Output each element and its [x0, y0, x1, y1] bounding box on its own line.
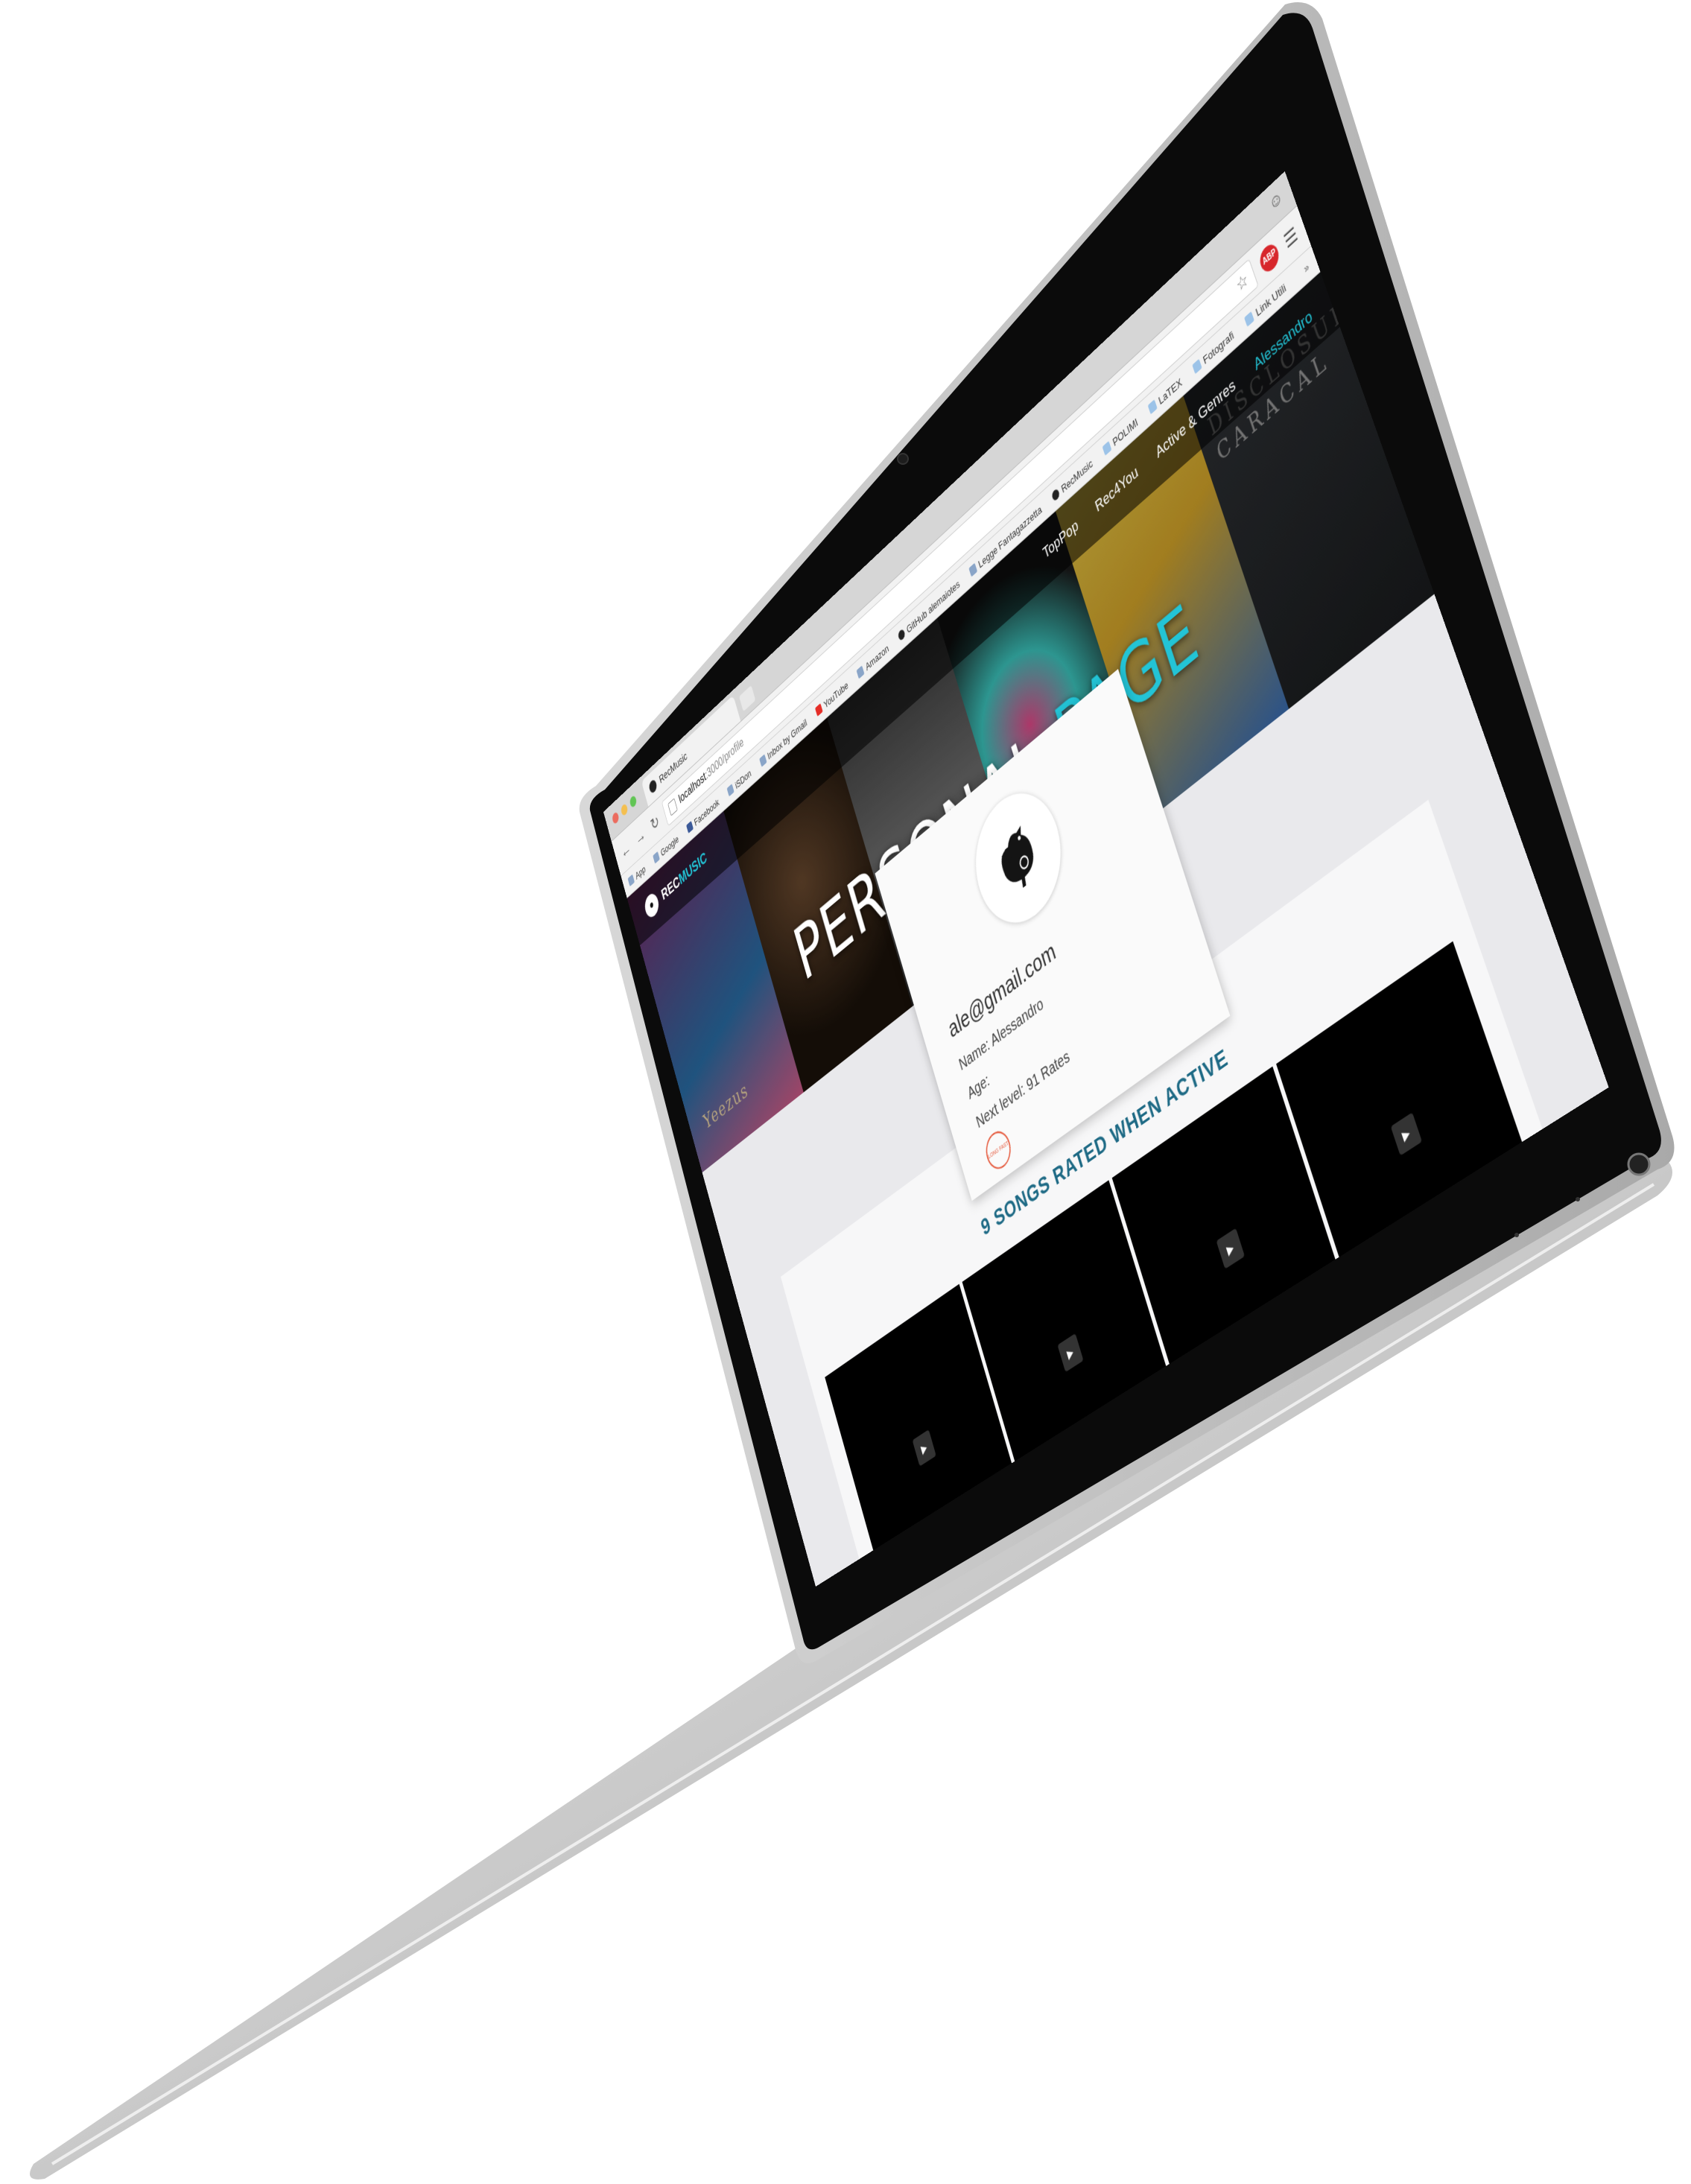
play-icon[interactable]: ▶	[1057, 1333, 1084, 1373]
webcam	[897, 453, 909, 465]
inbox-icon	[758, 754, 767, 768]
avatar	[962, 769, 1075, 946]
close-button[interactable]	[611, 810, 620, 825]
recmusic-icon	[1051, 487, 1061, 503]
folder-icon	[1147, 399, 1158, 415]
play-icon[interactable]: ▶	[1216, 1228, 1245, 1269]
new-tab-button[interactable]	[739, 685, 756, 712]
back-arrow-icon[interactable]: ←	[618, 837, 632, 863]
google-icon	[653, 851, 660, 864]
adblock-icon[interactable]: ABP	[1257, 239, 1282, 276]
bookmark-icon	[726, 784, 735, 797]
folder-icon	[1244, 311, 1255, 327]
more-bookmarks-icon[interactable]: »	[1302, 259, 1310, 275]
play-icon[interactable]: ▶	[1390, 1112, 1422, 1156]
profile-age: Age:	[965, 1070, 992, 1104]
hen-avatar-icon	[981, 822, 1041, 898]
zoom-button[interactable]	[629, 794, 638, 809]
hamburger-menu-icon[interactable]: ☰	[1281, 222, 1300, 253]
page-icon	[667, 797, 678, 816]
github-icon	[897, 627, 906, 642]
user-profile-icon[interactable]: ☺	[1267, 187, 1286, 216]
level-badge: LONG FAST	[982, 1125, 1015, 1175]
folder-icon	[1102, 440, 1112, 456]
recmusic-favicon-icon	[648, 778, 658, 796]
nav-toppop[interactable]: TopPop	[1041, 517, 1081, 564]
headphone-jack	[1627, 1152, 1651, 1176]
bookmark-star-icon[interactable]: ☆	[1234, 268, 1251, 297]
play-icon[interactable]: ▶	[912, 1429, 936, 1467]
forward-arrow-icon[interactable]: →	[633, 823, 647, 849]
nav-rec4you[interactable]: Rec4You	[1094, 463, 1140, 517]
facebook-icon	[686, 820, 694, 834]
bookmark-icon	[968, 562, 978, 577]
folder-icon	[1192, 358, 1202, 375]
minimize-button[interactable]	[620, 802, 629, 817]
apps-grid-icon	[627, 874, 635, 887]
youtube-icon	[815, 702, 823, 717]
amazon-icon	[856, 665, 865, 679]
flame-logo-icon: ●	[642, 889, 661, 921]
logo-accent: MUSIC	[677, 848, 708, 889]
reload-icon[interactable]: ↻	[647, 810, 662, 837]
